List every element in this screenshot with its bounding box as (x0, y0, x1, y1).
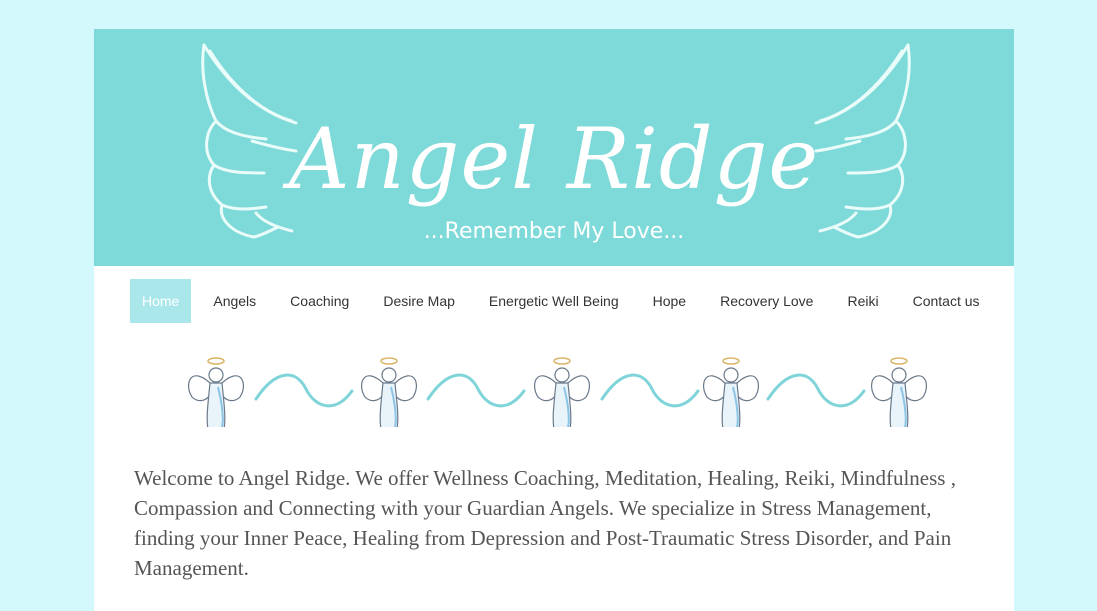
nav-item-desire-map[interactable]: Desire Map (371, 279, 467, 323)
angel-icon (360, 357, 418, 427)
angel-icon (702, 357, 760, 427)
angel-divider-image (187, 357, 928, 427)
nav-item-reiki[interactable]: Reiki (835, 279, 890, 323)
wave-divider (600, 373, 700, 408)
page-container: Angel Ridge ...Remember My Love... Home … (94, 29, 1014, 611)
nav-item-home[interactable]: Home (130, 279, 192, 323)
nav-item-coaching[interactable]: Coaching (278, 279, 361, 323)
site-tagline: ...Remember My Love... (423, 219, 685, 244)
wave-divider (254, 373, 354, 408)
nav-item-contact-us[interactable]: Contact us (901, 279, 992, 323)
nav-item-recovery-love[interactable]: Recovery Love (708, 279, 825, 323)
intro-paragraph: Welcome to Angel Ridge. We offer Wellnes… (134, 466, 956, 580)
wave-divider (426, 373, 526, 408)
nav-item-energetic-well-being[interactable]: Energetic Well Being (477, 279, 631, 323)
wave-divider (766, 373, 866, 408)
angel-icon (187, 357, 245, 427)
main-navigation: Home Angels Coaching Desire Map Energeti… (130, 279, 1002, 323)
angel-icon (533, 357, 591, 427)
nav-item-angels[interactable]: Angels (201, 279, 268, 323)
angel-icon (870, 357, 928, 427)
nav-item-hope[interactable]: Hope (641, 279, 698, 323)
header-banner: Angel Ridge ...Remember My Love... (94, 29, 1014, 266)
site-title: Angel Ridge (288, 110, 820, 208)
